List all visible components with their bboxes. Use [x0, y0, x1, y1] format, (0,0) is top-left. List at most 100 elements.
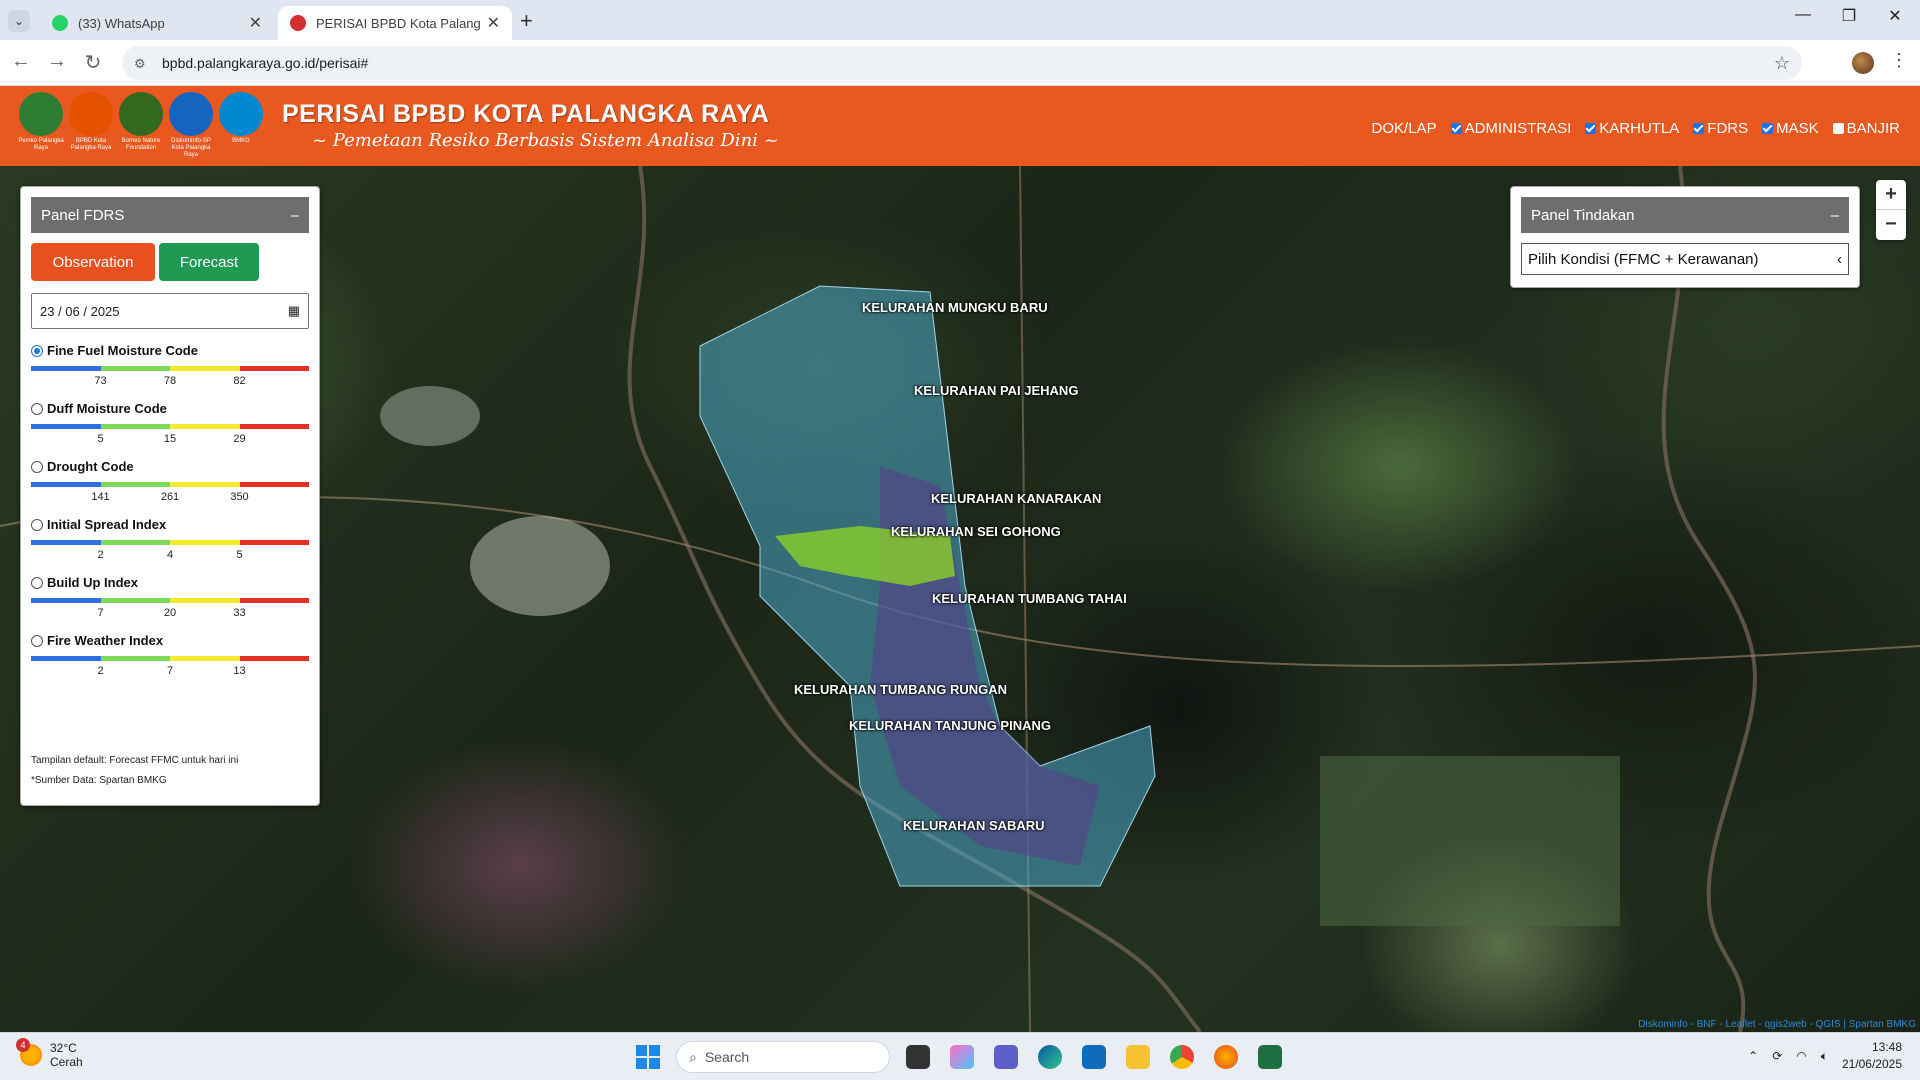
tab-search-button[interactable]: ⌄ — [8, 10, 30, 32]
reload-icon[interactable]: ↻ — [80, 50, 106, 75]
tab-title: PERISAI BPBD Kota Palangka Ra — [316, 15, 481, 31]
checkbox[interactable] — [1585, 123, 1597, 134]
profile-avatar[interactable] — [1852, 52, 1874, 74]
radio-button[interactable] — [31, 634, 43, 647]
restore-button[interactable]: ❐ — [1826, 6, 1872, 26]
task-view-icon[interactable] — [906, 1045, 930, 1069]
outlook-icon[interactable] — [1082, 1045, 1106, 1069]
date-input[interactable]: 23 / 06 / 2025 ▦ — [31, 293, 309, 329]
windows-start-icon[interactable] — [636, 1045, 660, 1069]
logo-caption: Diskominfo-SP Kota Palangka Raya — [171, 138, 211, 158]
scale-tick-label: 15 — [163, 433, 177, 445]
select-value: Pilih Kondisi (FFMC + Kerawanan) — [1528, 250, 1759, 268]
radio-button[interactable] — [31, 344, 43, 357]
layer-toggle-karhutla[interactable]: KARHUTLA — [1585, 120, 1679, 137]
index-option[interactable]: Build Up Index — [31, 575, 309, 590]
copilot-icon[interactable] — [950, 1045, 974, 1069]
index-option[interactable]: Duff Moisture Code — [31, 401, 309, 416]
radio-button[interactable] — [31, 576, 43, 589]
layer-toggle-fdrs[interactable]: FDRS — [1693, 120, 1748, 137]
index-option[interactable]: Initial Spread Index — [31, 517, 309, 532]
temperature: 32°C — [50, 1041, 77, 1055]
map-attribution[interactable]: Diskominfo - BNF - Leaflet - qgis2web - … — [1638, 1019, 1916, 1030]
index-label: Build Up Index — [47, 575, 138, 590]
note-source: *Sumber Data: Spartan BMKG — [31, 775, 167, 786]
tab-title: (33) WhatsApp — [78, 15, 165, 31]
logo-emblem-icon — [119, 92, 163, 136]
browser-menu-icon[interactable]: ⋮ — [1890, 50, 1908, 71]
index-label: Fine Fuel Moisture Code — [47, 343, 198, 358]
region-label[interactable]: KELURAHAN SEI GOHONG — [891, 524, 1061, 539]
zoom-in-button[interactable]: + — [1876, 180, 1906, 210]
site-info-icon[interactable]: ⚙ — [134, 56, 150, 71]
address-bar[interactable]: ⚙ bpbd.palangkaraya.go.id/perisai# ☆ — [122, 46, 1802, 80]
collapse-button[interactable]: – — [1831, 207, 1839, 224]
checkbox[interactable] — [1450, 123, 1462, 134]
checkbox[interactable] — [1832, 123, 1844, 134]
panel-tindakan: Panel Tindakan – Pilih Kondisi (FFMC + K… — [1510, 186, 1860, 288]
page-subtitle: ~ Pemetaan Resiko Berbasis Sistem Analis… — [312, 130, 779, 151]
chrome-icon[interactable] — [1170, 1045, 1194, 1069]
clock-date: 21/06/2025 — [1841, 1057, 1902, 1071]
scale-tick-label: 7 — [97, 607, 104, 619]
new-tab-button[interactable]: + — [520, 8, 533, 34]
zoom-out-button[interactable]: − — [1876, 210, 1906, 240]
close-window-button[interactable]: ✕ — [1872, 6, 1918, 26]
minimize-button[interactable]: — — [1780, 6, 1826, 24]
page-title: PERISAI BPBD KOTA PALANGKA RAYA — [282, 100, 770, 128]
index-option[interactable]: Fire Weather Index — [31, 633, 309, 648]
excel-icon[interactable] — [1258, 1045, 1282, 1069]
scale-ticks: 7 20 33 — [31, 603, 309, 619]
calendar-icon[interactable]: ▦ — [288, 303, 300, 319]
index-option[interactable]: Fine Fuel Moisture Code — [31, 343, 309, 358]
tab-whatsapp[interactable]: (33) WhatsApp ✕ — [40, 6, 274, 40]
windows-taskbar: 4 32°C Cerah ⌕ Search ⌃ ⟳ ◠ 🔈︎ 13:48 21/… — [0, 1032, 1920, 1080]
index-option[interactable]: Drought Code — [31, 459, 309, 474]
checkbox[interactable] — [1762, 123, 1774, 134]
collapse-button[interactable]: – — [291, 207, 299, 224]
region-label[interactable]: KELURAHAN PAI JEHANG — [914, 383, 1078, 398]
bookmark-star-icon[interactable]: ☆ — [1774, 53, 1790, 74]
logo-emblem-icon — [169, 92, 213, 136]
weather-widget[interactable]: 4 32°C Cerah — [16, 1038, 83, 1069]
region-label[interactable]: KELURAHAN SABARU — [903, 818, 1045, 833]
sync-icon[interactable]: ⟳ — [1772, 1049, 1782, 1063]
radio-button[interactable] — [31, 460, 43, 473]
tab-perisai[interactable]: PERISAI BPBD Kota Palangka Ra ✕ — [278, 6, 512, 40]
layer-toggle-banjir[interactable]: BANJIR — [1832, 120, 1900, 137]
teams-icon[interactable] — [994, 1045, 1018, 1069]
volume-icon[interactable]: 🔈︎ — [1821, 1049, 1828, 1064]
site-header: Pemko Palangka Raya BPBD Kota Palangka Ra… — [0, 86, 1920, 166]
close-tab-icon[interactable]: ✕ — [487, 13, 500, 33]
region-label[interactable]: KELURAHAN MUNGKU BARU — [862, 300, 1048, 315]
region-label[interactable]: KELURAHAN KANARAKAN — [931, 491, 1101, 506]
region-label[interactable]: KELURAHAN TUMBANG TAHAI — [932, 591, 1127, 606]
forward-icon[interactable]: → — [44, 50, 70, 73]
edge-icon[interactable] — [1038, 1045, 1062, 1069]
region-label[interactable]: KELURAHAN TUMBANG RUNGAN — [794, 682, 1007, 697]
region-label[interactable]: KELURAHAN TANJUNG PINANG — [849, 718, 1051, 733]
firefox-icon[interactable] — [1214, 1045, 1238, 1069]
wifi-icon[interactable]: ◠ — [1796, 1049, 1806, 1063]
checkbox[interactable] — [1693, 123, 1705, 134]
radio-button[interactable] — [31, 518, 43, 531]
layer-toggle-administrasi[interactable]: ADMINISTRASI — [1450, 120, 1571, 137]
zoom-control: + − — [1876, 180, 1906, 240]
attribution-text[interactable]: Diskominfo - BNF - Leaflet - qgis2web - … — [1638, 1019, 1916, 1030]
forecast-button[interactable]: Forecast — [159, 243, 259, 281]
observation-button[interactable]: Observation — [31, 243, 155, 281]
chevron-up-icon[interactable]: ⌃ — [1748, 1049, 1758, 1063]
kondisi-select[interactable]: Pilih Kondisi (FFMC + Kerawanan) ‹ — [1521, 243, 1849, 275]
taskbar-search[interactable]: ⌕ Search — [676, 1041, 890, 1073]
layer-toggle-mask[interactable]: MASK — [1762, 120, 1819, 137]
scale-tick-label: 261 — [160, 491, 180, 503]
file-explorer-icon[interactable] — [1126, 1045, 1150, 1069]
radio-button[interactable] — [31, 402, 43, 415]
doklap-link[interactable]: DOK/LAP — [1372, 120, 1437, 137]
back-icon[interactable]: ← — [8, 50, 34, 73]
close-tab-icon[interactable]: ✕ — [249, 13, 262, 33]
river-icon — [1661, 166, 1757, 1032]
scale-ticks: 2 7 13 — [31, 661, 309, 677]
clock[interactable]: 13:48 21/06/2025 — [1842, 1039, 1902, 1073]
sun-icon: 4 — [16, 1038, 42, 1066]
